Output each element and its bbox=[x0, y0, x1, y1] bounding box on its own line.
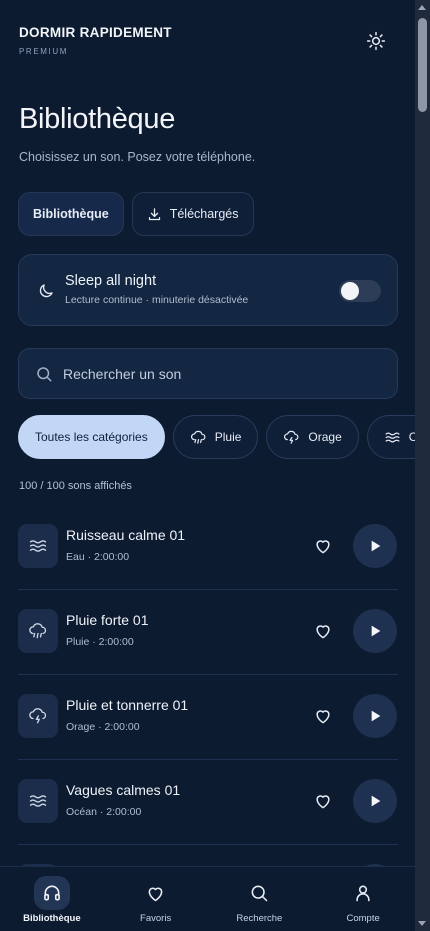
brand-name: DORMIR RAPIDEMENT bbox=[19, 25, 172, 40]
download-icon bbox=[147, 207, 162, 222]
list-item[interactable]: Vagues calmes 01 Océan · 2:00:00 bbox=[18, 760, 398, 845]
sound-meta: Océan · 2:00:00 bbox=[66, 806, 142, 818]
favorite-heart-icon[interactable] bbox=[313, 621, 333, 641]
sleep-card-title: Sleep all night bbox=[65, 273, 157, 289]
sound-meta: Eau · 2:00:00 bbox=[66, 551, 130, 563]
waves-icon bbox=[18, 524, 58, 568]
play-icon bbox=[367, 623, 383, 639]
rain-cloud-icon bbox=[190, 429, 207, 446]
nav-favorites[interactable]: Favoris bbox=[104, 867, 208, 931]
tab-downloads-label: Téléchargés bbox=[169, 207, 239, 221]
chip-storm[interactable]: Orage bbox=[266, 415, 359, 459]
rain-cloud-icon bbox=[18, 609, 58, 653]
page-scrollbar[interactable] bbox=[415, 0, 430, 931]
brand: DORMIR RAPIDEMENT PREMIUM bbox=[19, 25, 172, 56]
library-tabs: Bibliothèque Téléchargés bbox=[18, 192, 254, 236]
page-title: Bibliothèque bbox=[19, 103, 176, 135]
sound-meta: Pluie · 2:00:00 bbox=[66, 636, 134, 648]
theme-toggle-button[interactable] bbox=[362, 27, 390, 55]
scrollbar-thumb[interactable] bbox=[418, 18, 427, 112]
scroll-down-arrow-icon[interactable] bbox=[418, 921, 426, 926]
brand-tier: PREMIUM bbox=[19, 47, 68, 56]
sleep-all-night-toggle[interactable] bbox=[339, 280, 381, 302]
chip-ocean[interactable]: Oc bbox=[366, 415, 415, 459]
sound-title: Pluie et tonnerre 01 bbox=[66, 697, 189, 713]
favorite-heart-icon[interactable] bbox=[313, 791, 333, 811]
sleep-card-subtitle: Lecture continue · minuterie désactivée bbox=[65, 294, 249, 306]
play-button[interactable] bbox=[353, 779, 397, 823]
tab-library-label: Bibliothèque bbox=[33, 207, 109, 221]
scroll-up-arrow-icon[interactable] bbox=[418, 5, 426, 10]
heart-icon bbox=[138, 876, 174, 910]
storm-cloud-icon bbox=[283, 429, 300, 446]
results-count: 100 / 100 sons affichés bbox=[19, 480, 132, 492]
category-filter-chips: Toutes les catégories Pluie Orage O bbox=[18, 415, 415, 459]
list-item[interactable]: Pluie et tonnerre 01 Orage · 2:00:00 bbox=[18, 675, 398, 760]
chip-all-categories-label: Toutes les catégories bbox=[35, 430, 148, 444]
play-icon bbox=[367, 538, 383, 554]
search-icon bbox=[35, 365, 53, 383]
play-button[interactable] bbox=[353, 694, 397, 738]
nav-search-label: Recherche bbox=[236, 913, 283, 924]
play-icon bbox=[367, 708, 383, 724]
sound-title: Ruisseau calme 01 bbox=[66, 527, 186, 543]
play-button[interactable] bbox=[353, 609, 397, 653]
nav-account-label: Compte bbox=[346, 913, 380, 924]
list-item[interactable]: Pluie forte 01 Pluie · 2:00:00 bbox=[18, 590, 398, 675]
chip-storm-label: Orage bbox=[308, 430, 342, 444]
moon-icon bbox=[37, 282, 55, 300]
waves-icon bbox=[384, 429, 401, 446]
storm-cloud-icon bbox=[18, 694, 58, 738]
play-icon bbox=[367, 793, 383, 809]
app-screen: DORMIR RAPIDEMENT PREMIUM Bibliothèque C… bbox=[0, 0, 415, 931]
sound-meta: Orage · 2:00:00 bbox=[66, 721, 140, 733]
chip-rain[interactable]: Pluie bbox=[172, 415, 259, 459]
nav-library-label: Bibliothèque bbox=[23, 913, 81, 924]
chip-all-categories[interactable]: Toutes les catégories bbox=[18, 415, 165, 459]
waves-icon bbox=[18, 779, 58, 823]
page-subtitle: Choisissez un son. Posez votre téléphone… bbox=[19, 150, 256, 164]
search-input[interactable]: Rechercher un son bbox=[18, 348, 398, 399]
chip-rain-label: Pluie bbox=[214, 430, 242, 444]
nav-favorites-label: Favoris bbox=[140, 913, 172, 924]
nav-search[interactable]: Recherche bbox=[208, 867, 312, 931]
sun-icon bbox=[366, 31, 386, 51]
sound-title: Vagues calmes 01 bbox=[66, 782, 181, 798]
user-icon bbox=[345, 876, 381, 910]
sound-title: Pluie forte 01 bbox=[66, 612, 149, 628]
tab-library[interactable]: Bibliothèque bbox=[18, 192, 124, 236]
search-placeholder: Rechercher un son bbox=[63, 365, 182, 382]
nav-library[interactable]: Bibliothèque bbox=[0, 867, 104, 931]
headphones-icon bbox=[33, 876, 70, 910]
favorite-heart-icon[interactable] bbox=[313, 536, 333, 556]
favorite-heart-icon[interactable] bbox=[313, 706, 333, 726]
search-icon bbox=[241, 876, 277, 910]
bottom-navigation: Bibliothèque Favoris Recherche Compte bbox=[0, 866, 415, 931]
tab-downloads[interactable]: Téléchargés bbox=[131, 192, 254, 236]
sleep-all-night-card: Sleep all night Lecture continue · minut… bbox=[18, 254, 398, 326]
toggle-knob bbox=[341, 282, 359, 300]
list-item[interactable]: Ruisseau calme 01 Eau · 2:00:00 bbox=[18, 505, 398, 590]
play-button[interactable] bbox=[353, 524, 397, 568]
nav-account[interactable]: Compte bbox=[311, 867, 415, 931]
